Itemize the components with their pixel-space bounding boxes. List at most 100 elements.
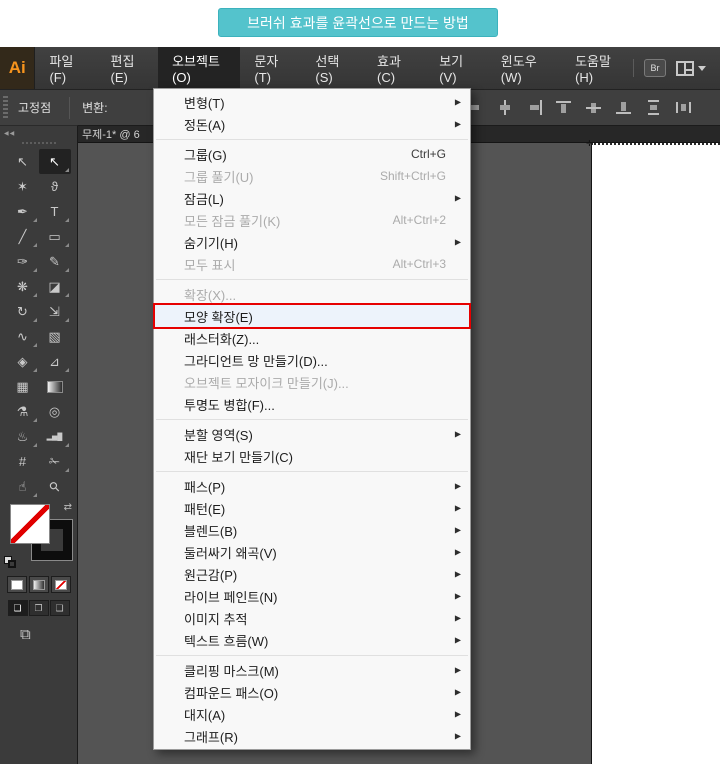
menu-item-label: 패턴(E) bbox=[154, 499, 225, 518]
menu-item-envelope-distort[interactable]: 둘러싸기 왜곡(V) ▶ bbox=[154, 541, 470, 563]
menu-item-text-wrap[interactable]: 텍스트 흐름(W) ▶ bbox=[154, 629, 470, 651]
bridge-button[interactable]: Br bbox=[644, 59, 666, 77]
perspective-grid-tool[interactable]: ⊿ bbox=[39, 349, 71, 374]
menubar-divider bbox=[633, 59, 634, 77]
menubar-item-effect[interactable]: 효과(C) bbox=[363, 47, 425, 89]
artboard[interactable] bbox=[591, 143, 720, 764]
menu-item-transform[interactable]: 변형(T) ▶ bbox=[154, 91, 470, 113]
menubar-item-select[interactable]: 선택(S) bbox=[301, 47, 363, 89]
lasso-tool[interactable]: ϑ bbox=[39, 174, 71, 199]
menu-item-artboards[interactable]: 대지(A) ▶ bbox=[154, 703, 470, 725]
column-graph-tool[interactable]: ▂▅█ bbox=[39, 424, 71, 449]
menu-item-lock[interactable]: 잠금(L) ▶ bbox=[154, 187, 470, 209]
menu-item-unlock-all[interactable]: 모든 잠금 풀기(K) Alt+Ctrl+2 bbox=[154, 209, 470, 231]
blend-tool[interactable]: ◎ bbox=[39, 399, 71, 424]
menubar-item-window[interactable]: 윈도우(W) bbox=[487, 47, 561, 89]
pencil-tool[interactable]: ✎ bbox=[39, 249, 71, 274]
eyedropper-tool[interactable]: ⚗ bbox=[7, 399, 39, 424]
selection-tool[interactable]: ↖ bbox=[7, 149, 39, 174]
rotate-tool[interactable]: ↻ bbox=[7, 299, 39, 324]
draw-behind-mode[interactable]: ❐ bbox=[29, 600, 49, 616]
blob-brush-tool[interactable]: ❋ bbox=[7, 274, 39, 299]
screen-mode-button[interactable]: ⧉ bbox=[20, 626, 77, 643]
menu-item-show-all[interactable]: 모두 표시 Alt+Ctrl+3 bbox=[154, 253, 470, 275]
menu-item-expand[interactable]: 확장(X)... bbox=[154, 283, 470, 305]
menubar-item-view[interactable]: 보기(V) bbox=[425, 47, 487, 89]
align-vertical-middle-icon[interactable] bbox=[586, 100, 603, 115]
menu-item-rasterize[interactable]: 래스터화(Z)... bbox=[154, 327, 470, 349]
menu-item-create-trim-view[interactable]: 재단 보기 만들기(C) bbox=[154, 445, 470, 467]
free-transform-tool[interactable]: ▧ bbox=[39, 324, 71, 349]
color-button[interactable] bbox=[7, 576, 27, 593]
submenu-arrow-icon: ▶ bbox=[455, 688, 461, 697]
shape-builder-tool[interactable]: ◈ bbox=[7, 349, 39, 374]
panel-grip-handle[interactable] bbox=[3, 96, 8, 120]
draw-normal-mode[interactable]: ❏ bbox=[8, 600, 28, 616]
menubar-item-object[interactable]: 오브젝트(O) bbox=[158, 47, 240, 89]
symbol-sprayer-tool-icon: ♨ bbox=[17, 429, 29, 445]
pen-tool[interactable]: ✒ bbox=[7, 199, 39, 224]
width-tool[interactable]: ∿ bbox=[7, 324, 39, 349]
workspace-switcher-button[interactable] bbox=[676, 61, 706, 76]
object-menu-items: 변형(T) ▶ 정돈(A) ▶ 그룹(G) Ctrl+G 그룹 풀기(U) Sh… bbox=[154, 91, 470, 747]
swap-fill-stroke-icon[interactable]: ⇄ bbox=[64, 502, 72, 513]
menu-item-clipping-mask[interactable]: 클리핑 마스크(M) ▶ bbox=[154, 659, 470, 681]
paintbrush-tool[interactable]: ✑ bbox=[7, 249, 39, 274]
menu-item-group[interactable]: 그룹(G) Ctrl+G bbox=[154, 143, 470, 165]
default-stroke-chip bbox=[8, 560, 16, 568]
symbol-sprayer-tool[interactable]: ♨ bbox=[7, 424, 39, 449]
menu-item-create-object-mosaic[interactable]: 오브젝트 모자이크 만들기(J)... bbox=[154, 371, 470, 393]
magic-wand-tool[interactable]: ✶ bbox=[7, 174, 39, 199]
menu-item-path[interactable]: 패스(P) ▶ bbox=[154, 475, 470, 497]
menu-item-create-gradient-mesh[interactable]: 그라디언트 망 만들기(D)... bbox=[154, 349, 470, 371]
menu-item-compound-path[interactable]: 컴파운드 패스(O) ▶ bbox=[154, 681, 470, 703]
default-fill-stroke-icon[interactable] bbox=[4, 556, 16, 568]
none-button[interactable] bbox=[51, 576, 71, 593]
submenu-arrow-icon: ▶ bbox=[455, 592, 461, 601]
collapse-panel-button[interactable]: ◀◀ bbox=[0, 126, 77, 140]
menu-item-hide[interactable]: 숨기기(H) ▶ bbox=[154, 231, 470, 253]
line-segment-tool[interactable]: ╱ bbox=[7, 224, 39, 249]
align-horizontal-right-icon[interactable] bbox=[526, 100, 543, 115]
menu-item-flatten-transparency[interactable]: 투명도 병합(F)... bbox=[154, 393, 470, 415]
type-tool[interactable]: T bbox=[39, 199, 71, 224]
menu-item-expand-appearance[interactable]: 모양 확장(E) bbox=[154, 305, 470, 327]
menu-item-arrange[interactable]: 정돈(A) ▶ bbox=[154, 113, 470, 135]
fill-color-swatch[interactable] bbox=[10, 504, 50, 544]
menu-item-label: 그라디언트 망 만들기(D)... bbox=[154, 351, 328, 370]
slice-tool[interactable]: ✁ bbox=[39, 449, 71, 474]
direct-selection-tool[interactable]: ↖ bbox=[39, 149, 71, 174]
align-horizontal-center-icon[interactable] bbox=[496, 100, 513, 115]
menu-item-pattern[interactable]: 패턴(E) ▶ bbox=[154, 497, 470, 519]
gradient-button[interactable] bbox=[29, 576, 49, 593]
menu-item-graph[interactable]: 그래프(R) ▶ bbox=[154, 725, 470, 747]
distribute-horizontal-icon[interactable] bbox=[676, 100, 693, 115]
gradient-tool[interactable] bbox=[39, 374, 71, 399]
menubar-item-type[interactable]: 문자(T) bbox=[240, 47, 301, 89]
scale-tool[interactable]: ⇲ bbox=[39, 299, 71, 324]
menubar-right-controls: Br bbox=[633, 47, 720, 89]
menu-item-ungroup[interactable]: 그룹 풀기(U) Shift+Ctrl+G bbox=[154, 165, 470, 187]
distribute-vertical-icon[interactable] bbox=[646, 100, 663, 115]
eraser-tool[interactable]: ◪ bbox=[39, 274, 71, 299]
menu-item-live-paint[interactable]: 라이브 페인트(N) ▶ bbox=[154, 585, 470, 607]
draw-inside-mode[interactable]: ❑ bbox=[50, 600, 70, 616]
panel-drag-handle[interactable] bbox=[22, 142, 56, 144]
rectangle-tool[interactable]: ▭ bbox=[39, 224, 71, 249]
menu-item-perspective[interactable]: 원근감(P) ▶ bbox=[154, 563, 470, 585]
menu-item-image-trace[interactable]: 이미지 추적 ▶ bbox=[154, 607, 470, 629]
submenu-arrow-icon: ▶ bbox=[455, 548, 461, 557]
menu-item-slice[interactable]: 분할 영역(S) ▶ bbox=[154, 423, 470, 445]
align-vertical-bottom-icon[interactable] bbox=[616, 100, 633, 115]
align-vertical-top-icon[interactable] bbox=[556, 100, 573, 115]
menu-item-blend[interactable]: 블렌드(B) ▶ bbox=[154, 519, 470, 541]
menu-item-label: 패스(P) bbox=[154, 477, 225, 496]
zoom-tool[interactable]: ⚲ bbox=[39, 474, 71, 499]
hand-tool[interactable]: ☝ bbox=[7, 474, 39, 499]
menubar-item-help[interactable]: 도움말(H) bbox=[561, 47, 633, 89]
artboard-tool[interactable]: # bbox=[7, 449, 39, 474]
menubar-item-file[interactable]: 파일(F) bbox=[35, 47, 96, 89]
menubar-item-edit[interactable]: 편집(E) bbox=[96, 47, 158, 89]
menu-item-label: 대지(A) bbox=[154, 705, 225, 724]
mesh-tool[interactable]: ▦ bbox=[7, 374, 39, 399]
